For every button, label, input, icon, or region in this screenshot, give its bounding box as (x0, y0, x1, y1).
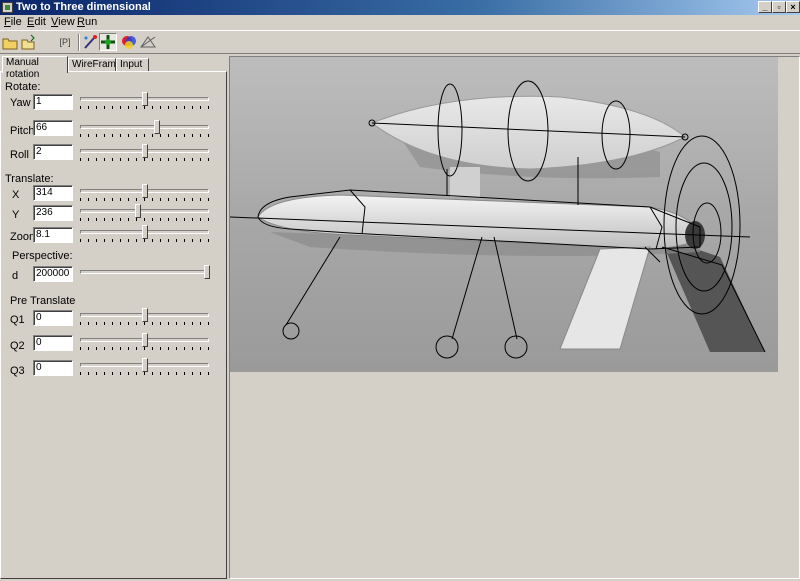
q2-slider[interactable] (80, 333, 209, 351)
pod-strut (450, 167, 480, 197)
tab-wireframe[interactable]: WireFrame (68, 58, 121, 72)
pitch-slider[interactable] (80, 120, 209, 138)
translate-heading: Translate: (5, 173, 54, 185)
restore-button[interactable]: ▫ (772, 1, 786, 13)
q1-label: Q1 (10, 314, 25, 326)
perspective-heading: Perspective: (12, 250, 73, 262)
q2-field[interactable]: 0 (33, 335, 73, 351)
menu-edit[interactable]: Edit (27, 16, 46, 28)
minimize-button[interactable]: _ (758, 1, 772, 13)
rotate-cross-button[interactable] (99, 33, 117, 51)
rotate-cross-icon (101, 35, 115, 49)
tab-manual-rotation[interactable]: Manual rotation (2, 56, 68, 80)
tab-strip: Manual rotation WireFrame Input (0, 56, 226, 80)
app-icon (2, 2, 13, 13)
menu-bar: File Edit View Run (0, 15, 800, 29)
x-field[interactable]: 314 (33, 185, 73, 201)
title-bar: Two to Three dimensional _ ▫ × (0, 0, 800, 15)
roll-slider[interactable] (80, 144, 209, 162)
wireframe-icon (140, 36, 156, 48)
app-window: Two to Three dimensional _ ▫ × File Edit… (0, 0, 800, 581)
q2-label: Q2 (10, 340, 25, 352)
wand-button[interactable] (81, 33, 99, 51)
render-viewport[interactable] (229, 56, 800, 579)
slider-thumb[interactable] (135, 204, 141, 218)
menu-run[interactable]: Run (77, 16, 97, 28)
wand-icon (84, 35, 97, 49)
p-frame-button[interactable]: [P] (55, 33, 75, 51)
load-button[interactable] (19, 33, 37, 51)
roll-label: Roll (10, 149, 29, 161)
slider-thumb[interactable] (142, 308, 148, 322)
slider-thumb[interactable] (142, 358, 148, 372)
menu-view[interactable]: View (51, 16, 75, 28)
d-label: d (12, 270, 19, 282)
menu-file[interactable]: File (4, 16, 22, 28)
slider-thumb[interactable] (142, 92, 148, 106)
color-wheel-icon (122, 36, 136, 49)
y-slider[interactable] (80, 204, 209, 222)
blank-button[interactable] (37, 33, 55, 51)
q3-label: Q3 (10, 365, 25, 377)
slider-thumb[interactable] (142, 184, 148, 198)
open-folder-button[interactable] (1, 33, 19, 51)
manual-rotation-panel: Rotate: Yaw 1 Pitch 66 Roll 2 Translate:… (0, 71, 227, 579)
slider-thumb[interactable] (154, 120, 160, 134)
d-field[interactable]: 200000 (33, 266, 73, 282)
toolbar: [P] (0, 30, 800, 54)
d-slider[interactable] (80, 265, 210, 283)
close-button[interactable]: × (786, 1, 800, 13)
x-label: X (12, 189, 20, 201)
yaw-field[interactable]: 1 (33, 94, 73, 110)
y-field[interactable]: 236 (33, 205, 73, 221)
y-label: Y (12, 209, 20, 221)
yaw-label: Yaw (10, 97, 31, 109)
zoom-field[interactable]: 8.1 (33, 227, 73, 243)
color-wheel-button[interactable] (120, 33, 138, 51)
pitch-field[interactable]: 66 (33, 120, 73, 136)
yaw-slider[interactable] (80, 92, 209, 110)
slider-thumb[interactable] (142, 333, 148, 347)
pre-translate-heading: Pre Translate (10, 295, 76, 307)
rotate-heading: Rotate: (5, 81, 41, 93)
slider-thumb[interactable] (142, 225, 148, 239)
q3-field[interactable]: 0 (33, 360, 73, 376)
wireframe-toggle-button[interactable] (139, 33, 157, 51)
toolbar-separator (78, 34, 80, 51)
load-icon (21, 34, 35, 50)
x-slider[interactable] (80, 184, 209, 202)
open-folder-icon (2, 38, 18, 50)
pitch-label: Pitch (10, 125, 35, 137)
q3-slider[interactable] (80, 358, 209, 376)
tab-input[interactable]: Input (116, 58, 149, 72)
slider-thumb[interactable] (204, 265, 210, 279)
slider-thumb[interactable] (142, 144, 148, 158)
window-title: Two to Three dimensional (16, 1, 151, 13)
aircraft-photo-wireframe[interactable] (230, 57, 778, 372)
zoom-slider[interactable] (80, 225, 209, 243)
q1-field[interactable]: 0 (33, 310, 73, 326)
roll-field[interactable]: 2 (33, 144, 73, 160)
q1-slider[interactable] (80, 308, 209, 326)
